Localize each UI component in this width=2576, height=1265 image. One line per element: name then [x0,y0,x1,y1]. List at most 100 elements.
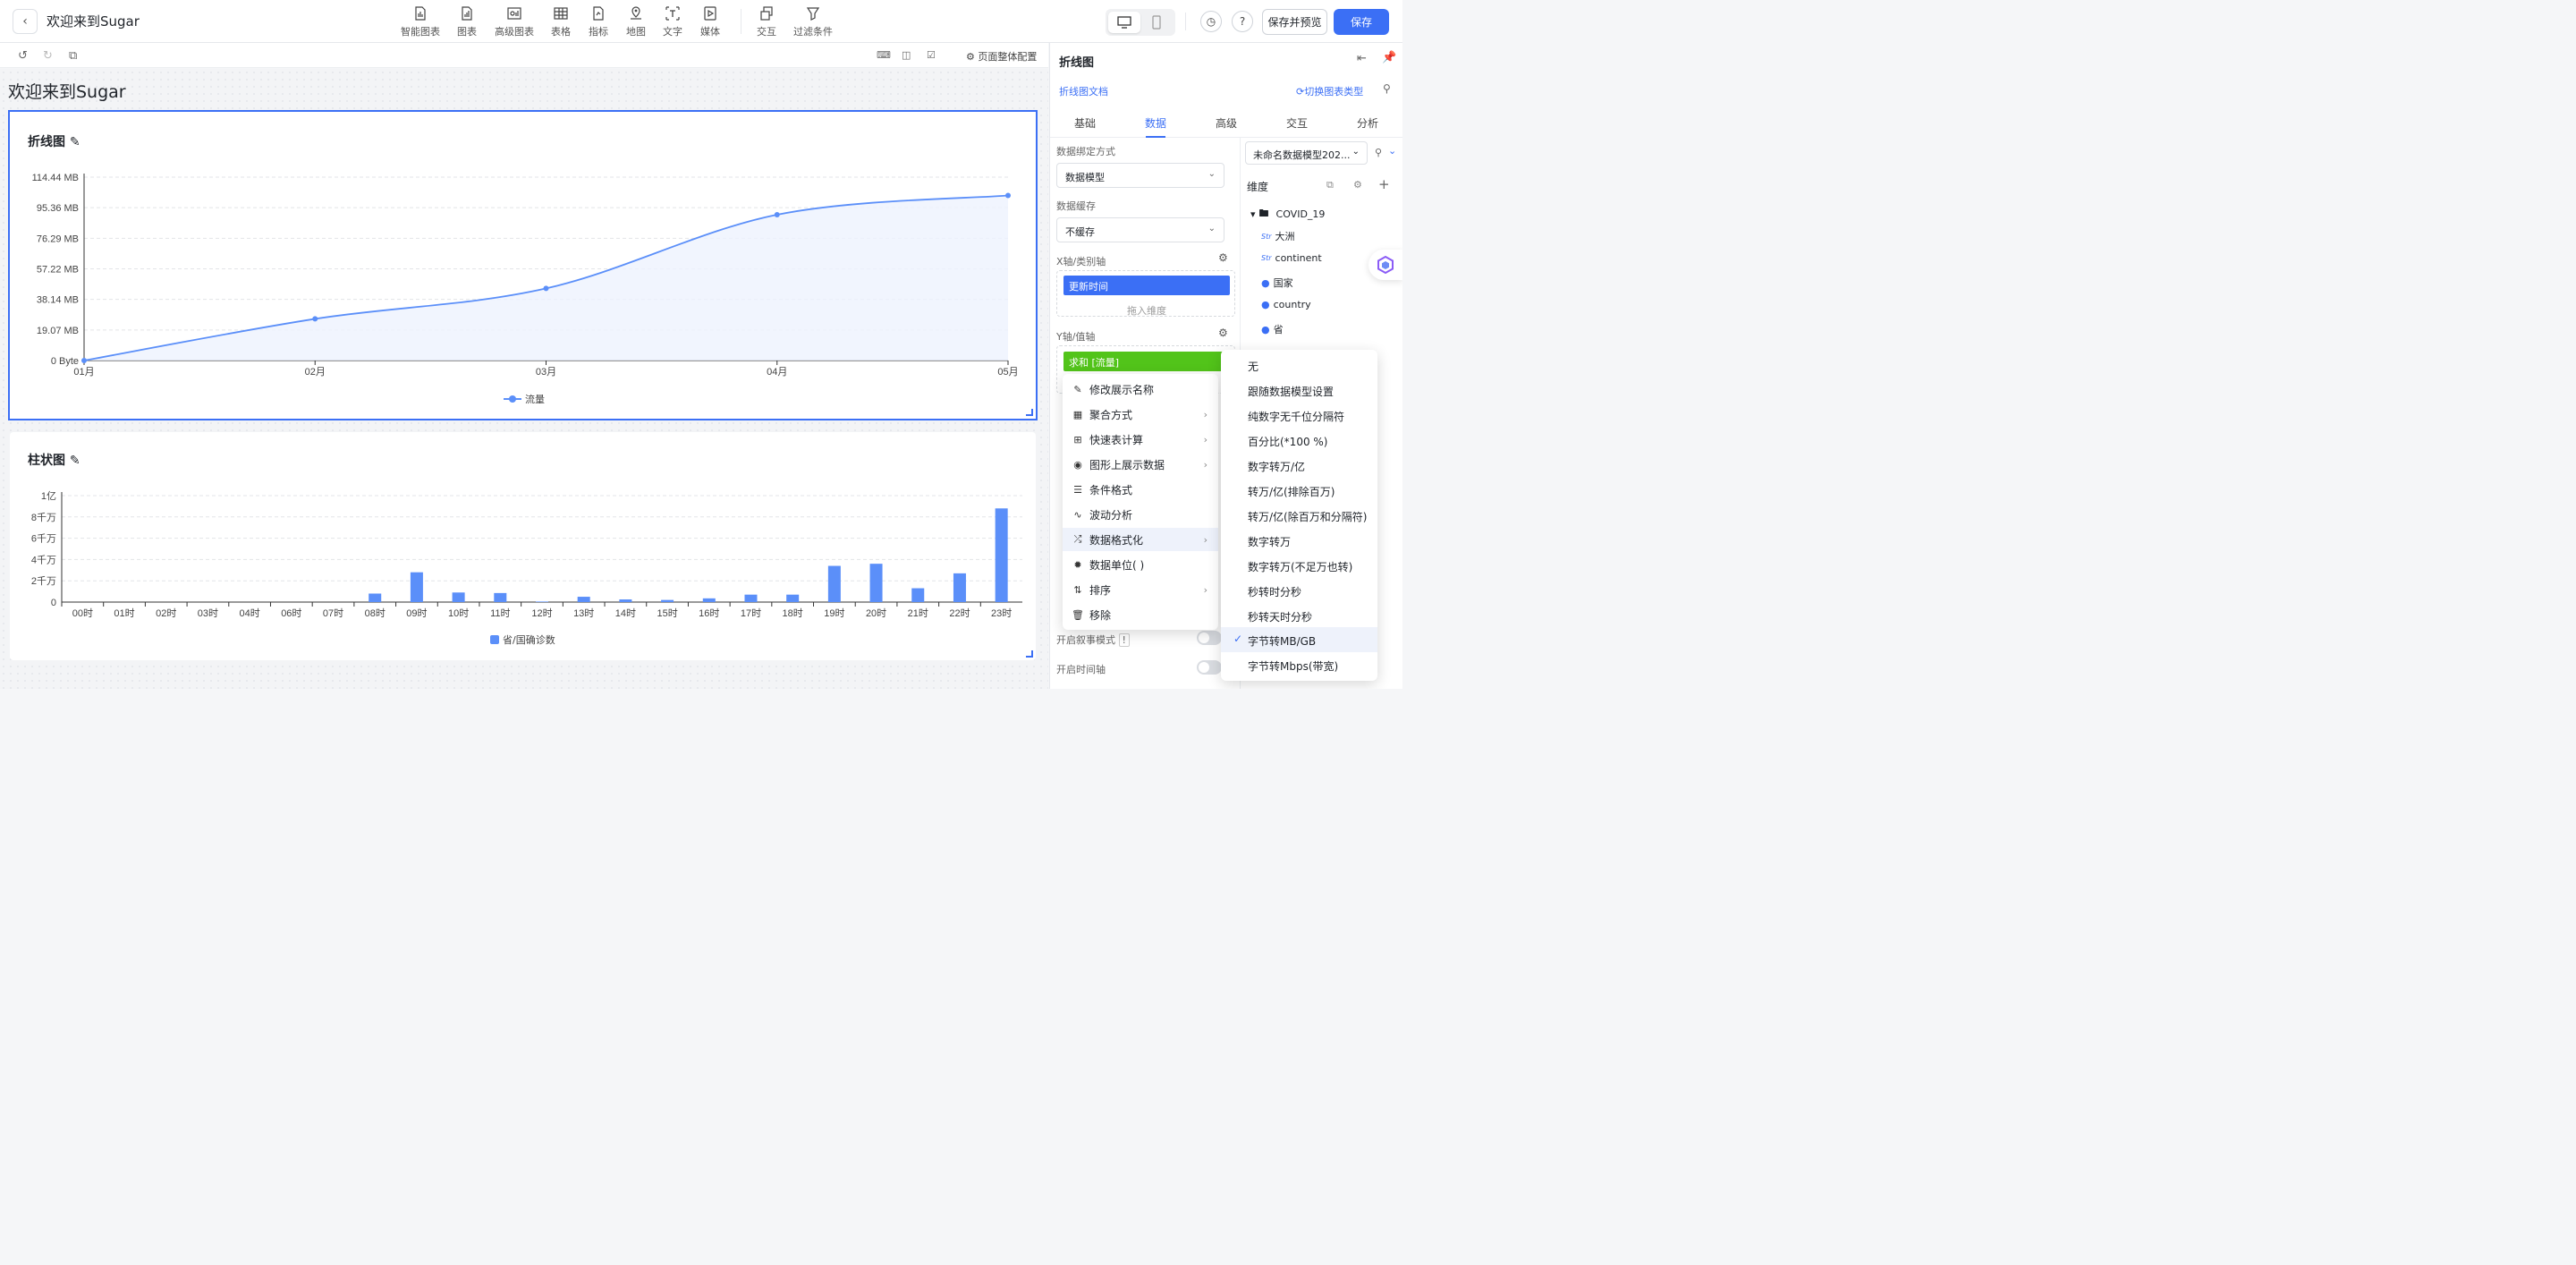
menu-item-conditional-format[interactable]: ☰ 条件格式 [1063,478,1218,501]
line-chart-card[interactable]: 折线图 ✎ 0 Byte 19.07 MB 38.14 MB 57.22 MB 76.2… [8,110,1038,420]
format-option[interactable]: 百分比(*100 %) [1221,428,1377,453]
toolbar-text[interactable]: 文字 [663,5,682,38]
data-model-select[interactable]: 未命名数据模型202... ⌄ [1245,141,1368,165]
save-button[interactable]: 保存 [1334,9,1389,35]
switch-chart-type-link[interactable]: ⟳切换图表类型 [1296,84,1363,98]
map-icon [631,6,641,20]
format-option[interactable]: 字节转Mbps(带宽) [1221,652,1377,677]
tab-basic[interactable]: 基础 [1074,115,1096,131]
edit-icon: ✎ [1073,383,1082,395]
toolbar-smart-chart[interactable]: 智能图表 [401,5,440,38]
mobile-view-button[interactable] [1140,12,1173,33]
save-draft-icon[interactable]: ◫ [902,49,911,61]
format-option[interactable]: 秒转天时分秒 [1221,603,1377,628]
menu-item-data-format[interactable]: ⤮ 数据格式化 › [1063,528,1218,551]
search-icon[interactable]: ⚲ [1383,82,1391,95]
copy-icon[interactable]: ⧉ [69,49,77,63]
y-axis-settings-icon[interactable]: ⚙ [1218,327,1228,339]
field-item[interactable]: ● country [1261,299,1311,310]
toolbar-label: 高级图表 [495,26,534,38]
story-mode-toggle[interactable] [1197,631,1222,645]
device-toggle [1106,9,1175,36]
format-option[interactable]: 数字转万/亿 [1221,453,1377,478]
tab-analysis[interactable]: 分析 [1357,115,1378,131]
settings-icon: ⚙ [966,51,975,63]
x-axis-field-pill[interactable]: 更新时间 [1063,276,1230,295]
y-axis-field-pill[interactable]: 求和 [流量] [1063,352,1230,371]
search-icon[interactable]: ⚲ [1375,147,1382,158]
menu-item-quick-calc[interactable]: ⊞ 快速表计算 › [1063,428,1218,451]
save-preview-button[interactable]: 保存并预览 [1262,9,1327,35]
page-config-button[interactable]: ⚙ 页面整体配置 [966,49,1037,64]
toolbar-metric[interactable]: 指标 [589,5,608,38]
globe-icon: ● [1261,276,1270,289]
collapse-icon[interactable]: ⇤ [1357,52,1367,65]
keyboard-icon[interactable]: ⌨ [877,49,891,61]
bar-chart-card[interactable]: 柱状图 ✎ 0 2千万 4千万 6千万 8千万 1亿 00时 01时 02时 03时 04时 06时 0… [10,432,1036,660]
add-icon[interactable]: + [1378,176,1390,192]
format-option[interactable]: 无 [1221,352,1377,378]
check-file-icon[interactable]: ☑ [927,49,936,61]
format-option[interactable]: 纯数字无千位分隔符 [1221,403,1377,428]
toolbar-filter[interactable]: 过滤条件 [793,5,833,38]
menu-item-sort[interactable]: ⇅ 排序 › [1063,578,1218,601]
desktop-view-button[interactable] [1108,12,1140,33]
copy-icon[interactable]: ⧉ [1326,179,1334,191]
dataset-node[interactable]: ▾ 🖿 COVID_19 [1250,206,1325,223]
toolbar-chart[interactable]: 图表 [457,5,477,38]
data-format-submenu: 无 跟随数据模型设置 纯数字无千位分隔符 百分比(*100 %) 数字转万/亿 … [1221,350,1377,681]
toolbar-advanced-chart[interactable]: 高级图表 [495,5,534,38]
doc-link[interactable]: 折线图文档 [1059,84,1108,98]
x-axis-dropzone[interactable]: 更新时间 拖入维度 [1056,270,1235,317]
field-item[interactable]: Str continent [1261,252,1322,264]
pulse-icon: ∿ [1073,508,1082,521]
undo-icon[interactable]: ↺ [18,49,28,63]
x-axis-settings-icon[interactable]: ⚙ [1218,251,1228,264]
format-option[interactable]: 转万/亿(排除百万) [1221,478,1377,503]
pin-icon[interactable]: 📌 [1382,51,1396,64]
toolbar-map[interactable]: 地图 [626,5,646,38]
chevron-right-icon: › [1203,458,1208,471]
history-button[interactable]: ◷ [1200,11,1222,32]
menu-item-fluctuation[interactable]: ∿ 波动分析 [1063,503,1218,526]
y-tick-label: 2千万 [31,575,56,587]
chevron-down-icon[interactable]: ⌄ [1388,145,1396,157]
ai-assistant-button[interactable] [1368,250,1402,280]
binding-select[interactable]: 数据模型 ⌄ [1056,163,1224,188]
panel-tabs: 基础 数据 高级 交互 分析 [1050,107,1402,138]
line-legend[interactable]: 流量 [504,392,545,406]
tab-advanced[interactable]: 高级 [1216,115,1237,131]
cache-select[interactable]: 不缓存 ⌄ [1056,217,1224,242]
format-option[interactable]: 秒转时分秒 [1221,578,1377,603]
format-option[interactable]: 转万/亿(除百万和分隔符) [1221,503,1377,528]
field-item[interactable]: Str 大洲 [1261,229,1295,243]
menu-item-data-unit[interactable]: ✹ 数据单位( ) [1063,553,1218,576]
bar-legend[interactable]: 省/国确诊数 [490,632,555,647]
format-option[interactable]: 数字转万(不足万也转) [1221,553,1377,578]
redo-icon[interactable]: ↻ [43,49,53,63]
field-item[interactable]: ● 国家 [1261,276,1293,290]
field-context-menu: ✎ 修改展示名称 ▦ 聚合方式 › ⊞ 快速表计算 › ◉ 图形上展示数据 › ☰ 条件格式 ∿… [1063,374,1218,630]
toolbar-label: 媒体 [700,26,720,38]
toolbar-table[interactable]: 表格 [551,5,571,38]
tab-interaction[interactable]: 交互 [1286,115,1308,131]
resize-handle[interactable] [1026,409,1033,416]
format-option[interactable]: 跟随数据模型设置 [1221,378,1377,403]
menu-item-rename[interactable]: ✎ 修改展示名称 [1063,378,1218,401]
x-tick-label: 19时 [824,607,844,619]
time-axis-toggle[interactable] [1197,660,1222,675]
field-item[interactable]: ● 省 [1261,322,1284,336]
format-option-selected[interactable]: ✓ 字节转MB/GB [1221,627,1377,652]
back-button[interactable]: ‹ [13,9,38,34]
format-option[interactable]: 数字转万 [1221,528,1377,553]
help-button[interactable]: ? [1232,11,1253,32]
menu-item-remove[interactable]: 🗑 移除 [1063,603,1218,626]
settings-icon[interactable]: ⚙ [1353,179,1362,191]
tab-data[interactable]: 数据 [1145,115,1166,131]
resize-handle[interactable] [1026,650,1033,658]
toolbar-media[interactable]: 媒体 [700,5,720,38]
toolbar-interaction[interactable]: 交互 [757,5,776,38]
menu-item-aggregation[interactable]: ▦ 聚合方式 › [1063,403,1218,426]
bar [953,573,966,602]
menu-item-show-data[interactable]: ◉ 图形上展示数据 › [1063,453,1218,476]
